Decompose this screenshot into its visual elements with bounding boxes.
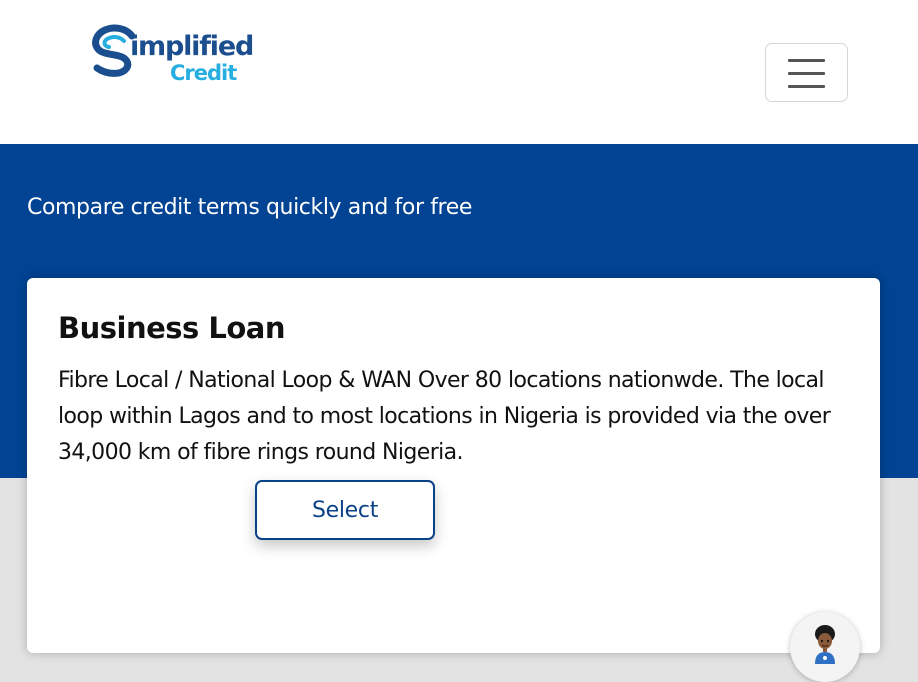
logo-wordmark-primary: implified	[130, 31, 254, 62]
site-header: implified Credit	[0, 0, 918, 144]
select-button[interactable]: Select	[255, 480, 435, 540]
menu-bar	[788, 59, 825, 62]
menu-bar	[788, 72, 825, 75]
menu-bar	[788, 85, 825, 88]
logo-wordmark-secondary: Credit	[170, 61, 237, 85]
card-title: Business Loan	[58, 311, 286, 345]
chat-assistant-avatar-icon	[815, 625, 835, 664]
menu-toggle-button[interactable]	[765, 43, 848, 102]
hero-tagline: Compare credit terms quickly and for fre…	[27, 195, 472, 220]
simplified-credit-logo[interactable]: implified Credit	[88, 24, 254, 90]
chat-assistant-button[interactable]	[790, 612, 860, 682]
loan-product-card: Business Loan Fibre Local / National Loo…	[27, 278, 880, 653]
card-description: Fibre Local / National Loop & WAN Over 8…	[58, 368, 831, 465]
